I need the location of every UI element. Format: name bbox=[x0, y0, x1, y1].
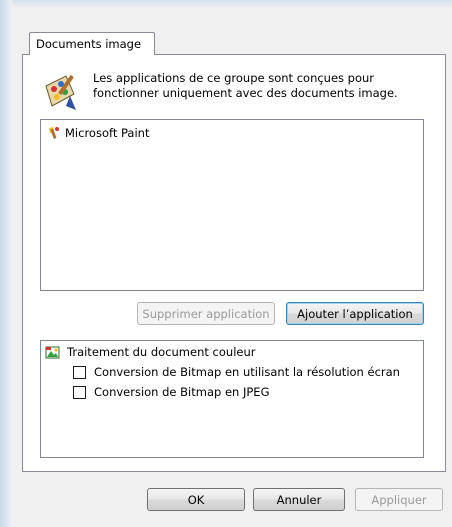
tab-documents-image[interactable]: Documents image bbox=[29, 32, 155, 55]
tab-label: Documents image bbox=[36, 37, 142, 51]
applications-list[interactable]: Microsoft Paint bbox=[40, 119, 424, 291]
option-bitmap-jpeg[interactable]: Conversion de Bitmap en JPEG bbox=[73, 385, 269, 399]
remove-application-button[interactable]: Supprimer application bbox=[137, 302, 275, 325]
tree-root-color-processing[interactable]: Traitement du document couleur bbox=[45, 345, 255, 359]
apply-button[interactable]: Appliquer bbox=[355, 488, 443, 511]
checkbox-bitmap-screen-resolution[interactable] bbox=[73, 365, 86, 379]
window-frame-top bbox=[0, 0, 452, 8]
paint-palette-icon bbox=[45, 75, 76, 110]
cancel-button[interactable]: Annuler bbox=[253, 488, 345, 511]
processing-options-tree: Traitement du document couleur Conversio… bbox=[40, 340, 424, 458]
option-label: Conversion de Bitmap en utilisant la rés… bbox=[94, 365, 400, 379]
tree-root-label: Traitement du document couleur bbox=[67, 345, 256, 359]
list-item-label: Microsoft Paint bbox=[65, 126, 150, 140]
ok-button[interactable]: OK bbox=[147, 488, 245, 511]
option-label: Conversion de Bitmap en JPEG bbox=[94, 385, 270, 399]
paint-brush-icon bbox=[49, 127, 59, 139]
option-bitmap-screen-resolution[interactable]: Conversion de Bitmap en utilisant la rés… bbox=[73, 365, 400, 379]
checkbox-bitmap-jpeg[interactable] bbox=[73, 385, 86, 399]
window-frame-left bbox=[0, 0, 12, 527]
list-item-microsoft-paint[interactable]: Microsoft Paint bbox=[47, 126, 149, 140]
add-application-button[interactable]: Ajouter l’application bbox=[286, 302, 424, 325]
color-document-icon bbox=[45, 346, 60, 359]
group-description: Les applications de ce groupe sont conçu… bbox=[93, 71, 398, 100]
